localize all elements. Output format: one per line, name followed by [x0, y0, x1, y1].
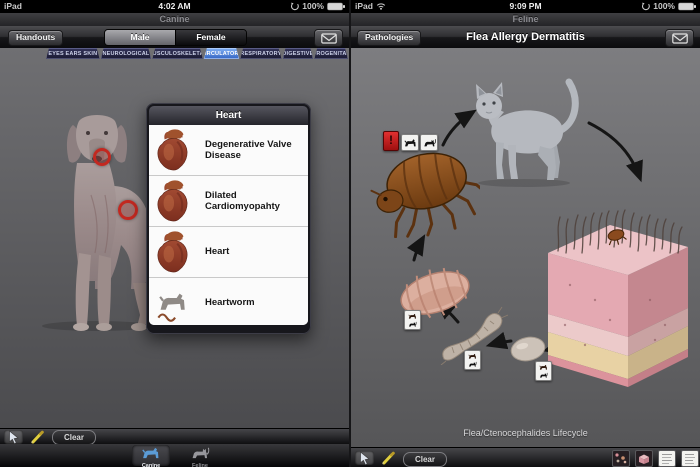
envelope-icon [321, 33, 337, 44]
document-thumb-icon [682, 451, 698, 466]
pathology-nav-bar: Pathologies Flea Allergy Dermatitis [351, 26, 700, 49]
draw-tool-button[interactable] [378, 451, 397, 465]
popover-list: Degenerative Valve Disease Dilated Cardi… [149, 125, 308, 325]
cat-icon [538, 372, 549, 378]
feline-app-screen: iPad 9:09 PM 100% Feline [351, 0, 700, 467]
page-thumbnail-notes-1[interactable] [658, 450, 676, 467]
pencil-icon [381, 451, 395, 465]
tab-eyes-ears-skin[interactable]: EYES EARS SKIN [46, 48, 100, 59]
tab-neurological[interactable]: NEUROLOGICAL [101, 48, 152, 59]
tab-feline-label: Feline [181, 463, 219, 467]
canine-app-screen: iPad 4:02 AM 100% Canine Handouts Male F [0, 0, 349, 467]
tab-urogenital[interactable]: UROGENITAL [314, 48, 348, 59]
segment-male[interactable]: Male [105, 30, 175, 45]
tab-feline[interactable]: Feline [181, 445, 219, 466]
page-thumbnail-lifecycle[interactable] [612, 450, 630, 467]
cat-affected-badge [420, 134, 438, 151]
cursor-icon [8, 430, 20, 444]
warning-icon: ! [389, 133, 393, 147]
zoonotic-warning-badge: ! [383, 131, 399, 151]
tab-digestive[interactable]: DIGESTIVE [283, 48, 314, 59]
diagram-caption: Flea/Ctenocephalides Lifecycle [351, 428, 700, 438]
heart-thumbnail-icon [151, 127, 195, 173]
list-item-heartworm[interactable]: Heartworm [149, 278, 308, 325]
heart-hotspot[interactable] [118, 200, 138, 220]
skin-cube-thumb-icon [636, 451, 652, 466]
heartworm-dog-thumbnail-icon [151, 280, 195, 325]
window-title: Canine [0, 13, 349, 27]
lifecycle-thumb-icon [613, 451, 629, 466]
battery-icon [327, 2, 346, 11]
tab-canine-label: Canine [132, 463, 170, 467]
tab-respiratory[interactable]: RESPIRATORY [240, 48, 281, 59]
pupa-host-badge [404, 310, 421, 330]
list-item-degenerative-valve-disease[interactable]: Degenerative Valve Disease [149, 125, 308, 176]
annotation-toolbar: Clear [351, 447, 700, 467]
status-bar: iPad 9:09 PM 100% [351, 0, 700, 13]
heart-thumbnail-icon [151, 178, 195, 224]
list-item-label: Degenerative Valve Disease [205, 139, 301, 162]
page-thumbnail-skin-cube[interactable] [635, 450, 653, 467]
tab-circulatory[interactable]: CIRCULATORY [204, 48, 239, 59]
select-tool-button[interactable] [355, 451, 374, 465]
neck-hotspot[interactable] [93, 148, 111, 166]
dog-icon [404, 138, 417, 147]
screenshot-canvas: iPad 4:02 AM 100% Canine Handouts Male F [0, 0, 700, 467]
battery-icon [678, 2, 697, 11]
clear-annotations-button[interactable]: Clear [403, 452, 447, 467]
cat-icon [407, 321, 418, 327]
larva-host-badge [464, 350, 481, 370]
anatomy-canvas: EYES EARS SKIN NEUROLOGICAL MUSCULOSKELE… [0, 48, 349, 428]
body-system-tabs: EYES EARS SKIN NEUROLOGICAL MUSCULOSKELE… [46, 48, 348, 59]
heart-thumbnail-icon [151, 229, 195, 275]
share-handout-button[interactable] [665, 29, 694, 47]
draw-tool-button[interactable] [27, 430, 46, 444]
adult-flea-illustration [366, 138, 480, 238]
status-bar: iPad 4:02 AM 100% [0, 0, 349, 13]
battery-percent: 100% [653, 1, 675, 11]
pencil-icon [30, 430, 44, 444]
dog-icon [467, 353, 478, 359]
cat-icon [423, 138, 436, 147]
dog-affected-badge [401, 134, 419, 151]
egg-host-badge [535, 361, 552, 381]
cat-icon [189, 446, 211, 459]
page-thumbnail-notes-2[interactable] [681, 450, 699, 467]
clear-annotations-button[interactable]: Clear [52, 430, 96, 445]
lifecycle-diagram: ! [351, 48, 700, 447]
cursor-icon [359, 451, 371, 465]
cat-illustration [462, 72, 590, 190]
pathology-title: Flea Allergy Dermatitis [421, 26, 630, 48]
dog-icon [407, 313, 418, 319]
handouts-button[interactable]: Handouts [8, 30, 63, 46]
battery-percent: 100% [302, 1, 324, 11]
list-item-label: Dilated Cardiomyopahty [205, 190, 301, 213]
species-tab-bar: Canine Feline [0, 444, 349, 467]
list-item-label: Heartworm [205, 297, 301, 308]
document-thumb-icon [659, 451, 675, 466]
list-item-label: Heart [205, 246, 301, 257]
popover-title: Heart [149, 106, 308, 125]
select-tool-button[interactable] [4, 430, 23, 444]
orientation-lock-icon [641, 2, 650, 11]
sex-segmented-control: Male Female [104, 29, 247, 46]
share-handout-button[interactable] [314, 29, 343, 47]
list-item-dilated-cardiomyopathy[interactable]: Dilated Cardiomyopahty [149, 176, 308, 227]
dog-icon [538, 364, 549, 370]
envelope-icon [672, 33, 688, 44]
dog-icon [140, 446, 162, 459]
list-item-heart[interactable]: Heart [149, 227, 308, 278]
skin-section-illustration [540, 205, 695, 395]
heart-popover: Heart Degenerative Valve Disease Dilated… [146, 103, 311, 334]
segment-female[interactable]: Female [175, 30, 246, 45]
annotation-toolbar: Clear [0, 428, 349, 445]
orientation-lock-icon [290, 2, 299, 11]
window-title: Feline [351, 13, 700, 27]
cat-icon [467, 361, 478, 367]
tab-musculoskeletal[interactable]: MUSCULOSKELETAL [152, 48, 203, 59]
pathologies-back-button[interactable]: Pathologies [357, 30, 421, 46]
top-toolbar: Handouts Male Female [0, 26, 349, 49]
tab-canine[interactable]: Canine [132, 445, 170, 466]
